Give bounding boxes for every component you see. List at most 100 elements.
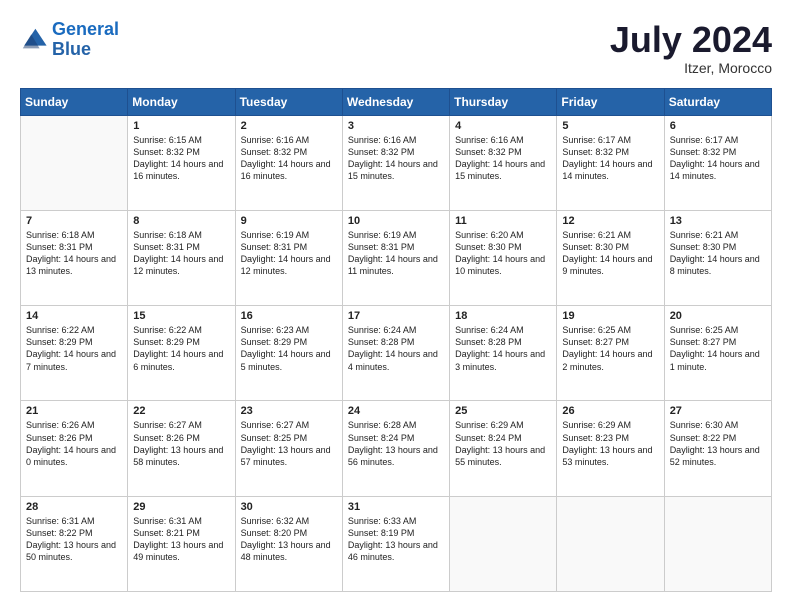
col-thursday: Thursday [450, 88, 557, 115]
calendar-cell-3-0: 21Sunrise: 6:26 AMSunset: 8:26 PMDayligh… [21, 401, 128, 496]
calendar-cell-3-5: 26 Sunrise: 6:29 AMSunset: 8:23 PMDayligh… [557, 401, 664, 496]
day-number: 27 [670, 405, 766, 417]
calendar-cell-0-5: 5 Sunrise: 6:17 AMSunset: 8:32 PMDaylight… [557, 115, 664, 210]
day-info: Sunrise: 6:23 AMSunset: 8:29 PMDaylight:… [241, 324, 337, 373]
calendar-cell-4-5 [557, 496, 664, 591]
day-number: 4 [455, 120, 551, 132]
day-info: Sunrise: 6:16 AMSunset: 8:32 PMDaylight:… [455, 134, 551, 183]
calendar-cell-3-4: 25Sunrise: 6:29 AMSunset: 8:24 PMDayligh… [450, 401, 557, 496]
calendar-cell-0-3: 3Sunrise: 6:16 AMSunset: 8:32 PMDaylight… [342, 115, 449, 210]
day-number: 14 [26, 310, 122, 322]
day-info: Sunrise: 6:24 AMSunset: 8:28 PMDaylight:… [348, 324, 444, 373]
calendar-header-row: Sunday Monday Tuesday Wednesday Thursday… [21, 88, 772, 115]
calendar-cell-2-2: 16 Sunrise: 6:23 AMSunset: 8:29 PMDayligh… [235, 306, 342, 401]
calendar-cell-1-0: 7Sunrise: 6:18 AMSunset: 8:31 PMDaylight… [21, 210, 128, 305]
col-wednesday: Wednesday [342, 88, 449, 115]
day-info: Sunrise: 6:19 AMSunset: 8:31 PMDaylight:… [348, 229, 444, 278]
day-info: Sunrise: 6:25 AMSunset: 8:27 PMDaylight:… [562, 324, 658, 373]
logo-line1: General [52, 19, 119, 39]
day-number: 18 [455, 310, 551, 322]
calendar-cell-0-2: 2Sunrise: 6:16 AMSunset: 8:32 PMDaylight… [235, 115, 342, 210]
col-sunday: Sunday [21, 88, 128, 115]
day-number: 26 [562, 405, 658, 417]
col-monday: Monday [128, 88, 235, 115]
day-info: Sunrise: 6:18 AMSunset: 8:31 PMDaylight:… [133, 229, 229, 278]
calendar-cell-3-2: 23Sunrise: 6:27 AMSunset: 8:25 PMDayligh… [235, 401, 342, 496]
calendar-cell-0-1: 1 Sunrise: 6:15 AMSunset: 8:32 PMDaylight… [128, 115, 235, 210]
title-block: July 2024 Itzer, Morocco [610, 20, 772, 76]
calendar-cell-0-4: 4 Sunrise: 6:16 AMSunset: 8:32 PMDaylight… [450, 115, 557, 210]
day-number: 29 [133, 501, 229, 513]
day-number: 15 [133, 310, 229, 322]
calendar-week-3: 14 Sunrise: 6:22 AMSunset: 8:29 PMDayligh… [21, 306, 772, 401]
day-number: 11 [455, 215, 551, 227]
day-info: Sunrise: 6:22 AMSunset: 8:29 PMDaylight:… [133, 324, 229, 373]
day-number: 21 [26, 405, 122, 417]
day-number: 20 [670, 310, 766, 322]
day-number: 12 [562, 215, 658, 227]
day-info: Sunrise: 6:20 AMSunset: 8:30 PMDaylight:… [455, 229, 551, 278]
day-info: Sunrise: 6:19 AMSunset: 8:31 PMDaylight:… [241, 229, 337, 278]
day-number: 16 [241, 310, 337, 322]
day-info: Sunrise: 6:15 AMSunset: 8:32 PMDaylight:… [133, 134, 229, 183]
day-number: 30 [241, 501, 337, 513]
calendar-cell-4-0: 28 Sunrise: 6:31 AMSunset: 8:22 PMDayligh… [21, 496, 128, 591]
day-info: Sunrise: 6:32 AMSunset: 8:20 PMDaylight:… [241, 515, 337, 564]
calendar-cell-2-6: 20 Sunrise: 6:25 AMSunset: 8:27 PMDayligh… [664, 306, 771, 401]
day-info: Sunrise: 6:31 AMSunset: 8:22 PMDaylight:… [26, 515, 122, 564]
calendar-cell-4-4 [450, 496, 557, 591]
col-saturday: Saturday [664, 88, 771, 115]
day-info: Sunrise: 6:33 AMSunset: 8:19 PMDaylight:… [348, 515, 444, 564]
col-friday: Friday [557, 88, 664, 115]
calendar-cell-1-2: 9 Sunrise: 6:19 AMSunset: 8:31 PMDaylight… [235, 210, 342, 305]
day-number: 6 [670, 120, 766, 132]
calendar-cell-2-0: 14 Sunrise: 6:22 AMSunset: 8:29 PMDayligh… [21, 306, 128, 401]
day-number: 28 [26, 501, 122, 513]
day-number: 2 [241, 120, 337, 132]
day-info: Sunrise: 6:27 AMSunset: 8:26 PMDaylight:… [133, 419, 229, 468]
logo-icon [20, 26, 48, 54]
day-info: Sunrise: 6:25 AMSunset: 8:27 PMDaylight:… [670, 324, 766, 373]
day-info: Sunrise: 6:31 AMSunset: 8:21 PMDaylight:… [133, 515, 229, 564]
month-title: July 2024 [610, 20, 772, 60]
day-number: 22 [133, 405, 229, 417]
calendar-week-1: 1 Sunrise: 6:15 AMSunset: 8:32 PMDaylight… [21, 115, 772, 210]
day-number: 13 [670, 215, 766, 227]
calendar-cell-2-1: 15 Sunrise: 6:22 AMSunset: 8:29 PMDayligh… [128, 306, 235, 401]
calendar-cell-1-1: 8Sunrise: 6:18 AMSunset: 8:31 PMDaylight… [128, 210, 235, 305]
calendar-week-4: 21Sunrise: 6:26 AMSunset: 8:26 PMDayligh… [21, 401, 772, 496]
calendar-cell-4-1: 29 Sunrise: 6:31 AMSunset: 8:21 PMDayligh… [128, 496, 235, 591]
day-number: 5 [562, 120, 658, 132]
calendar-week-5: 28 Sunrise: 6:31 AMSunset: 8:22 PMDayligh… [21, 496, 772, 591]
calendar-cell-4-3: 31Sunrise: 6:33 AMSunset: 8:19 PMDayligh… [342, 496, 449, 591]
calendar-cell-4-2: 30 Sunrise: 6:32 AMSunset: 8:20 PMDayligh… [235, 496, 342, 591]
day-number: 24 [348, 405, 444, 417]
calendar-cell-2-5: 19 Sunrise: 6:25 AMSunset: 8:27 PMDayligh… [557, 306, 664, 401]
day-info: Sunrise: 6:21 AMSunset: 8:30 PMDaylight:… [562, 229, 658, 278]
day-info: Sunrise: 6:17 AMSunset: 8:32 PMDaylight:… [670, 134, 766, 183]
day-number: 9 [241, 215, 337, 227]
col-tuesday: Tuesday [235, 88, 342, 115]
header: General Blue July 2024 Itzer, Morocco [20, 20, 772, 76]
day-info: Sunrise: 6:30 AMSunset: 8:22 PMDaylight:… [670, 419, 766, 468]
logo: General Blue [20, 20, 119, 60]
day-number: 19 [562, 310, 658, 322]
day-info: Sunrise: 6:22 AMSunset: 8:29 PMDaylight:… [26, 324, 122, 373]
calendar-cell-2-3: 17Sunrise: 6:24 AMSunset: 8:28 PMDayligh… [342, 306, 449, 401]
day-number: 7 [26, 215, 122, 227]
calendar-cell-3-3: 24 Sunrise: 6:28 AMSunset: 8:24 PMDayligh… [342, 401, 449, 496]
location: Itzer, Morocco [610, 60, 772, 76]
day-number: 25 [455, 405, 551, 417]
day-info: Sunrise: 6:28 AMSunset: 8:24 PMDaylight:… [348, 419, 444, 468]
calendar-cell-0-0 [21, 115, 128, 210]
logo-text: General Blue [52, 20, 119, 60]
calendar-cell-4-6 [664, 496, 771, 591]
day-info: Sunrise: 6:29 AMSunset: 8:23 PMDaylight:… [562, 419, 658, 468]
calendar-cell-3-6: 27 Sunrise: 6:30 AMSunset: 8:22 PMDayligh… [664, 401, 771, 496]
day-info: Sunrise: 6:27 AMSunset: 8:25 PMDaylight:… [241, 419, 337, 468]
calendar-body: 1 Sunrise: 6:15 AMSunset: 8:32 PMDaylight… [21, 115, 772, 591]
day-number: 10 [348, 215, 444, 227]
day-info: Sunrise: 6:17 AMSunset: 8:32 PMDaylight:… [562, 134, 658, 183]
day-number: 1 [133, 120, 229, 132]
calendar-cell-1-3: 10 Sunrise: 6:19 AMSunset: 8:31 PMDayligh… [342, 210, 449, 305]
